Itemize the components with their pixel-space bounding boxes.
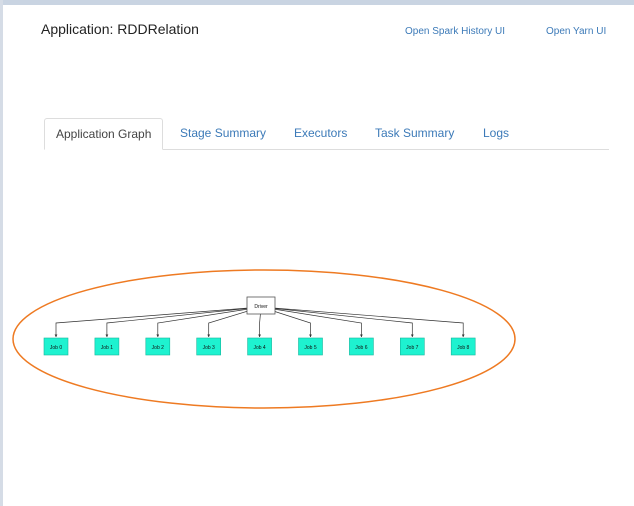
job-label: Job 3	[203, 345, 215, 351]
edge-driver-to-job	[265, 307, 414, 338]
job-node[interactable]: Job 5	[298, 337, 323, 356]
job-label: Job 8	[457, 345, 469, 351]
job-label: Job 4	[253, 345, 265, 351]
driver-label: Driver	[254, 304, 268, 310]
job-label: Job 2	[152, 345, 164, 351]
application-graph: Driver Job 0 Job 1 Job 2 Job 3 Job 4 Job 5 Job …	[12, 269, 516, 409]
job-node[interactable]: Job 1	[94, 337, 120, 356]
job-node[interactable]: Job 4	[247, 337, 272, 356]
job-label: Job 5	[304, 345, 316, 351]
job-label: Job 0	[50, 345, 62, 351]
job-node[interactable]: Job 6	[349, 337, 374, 356]
edge-driver-to-job	[156, 307, 259, 338]
job-node[interactable]: Job 3	[196, 337, 221, 356]
job-node[interactable]: Job 7	[399, 337, 425, 356]
job-label: Job 6	[355, 345, 367, 351]
edge-driver-to-job	[263, 307, 363, 338]
job-label: Job 1	[101, 345, 113, 351]
edge-driver-to-job	[266, 307, 465, 338]
job-label: Job 7	[406, 345, 418, 351]
edge-driver-to-job	[105, 307, 257, 338]
job-node[interactable]: Job 2	[145, 337, 171, 356]
job-node[interactable]: Job 8	[450, 337, 476, 356]
edge-driver-to-job	[54, 307, 256, 338]
job-node[interactable]: Job 0	[43, 337, 69, 356]
driver-node[interactable]: Driver	[246, 296, 276, 315]
